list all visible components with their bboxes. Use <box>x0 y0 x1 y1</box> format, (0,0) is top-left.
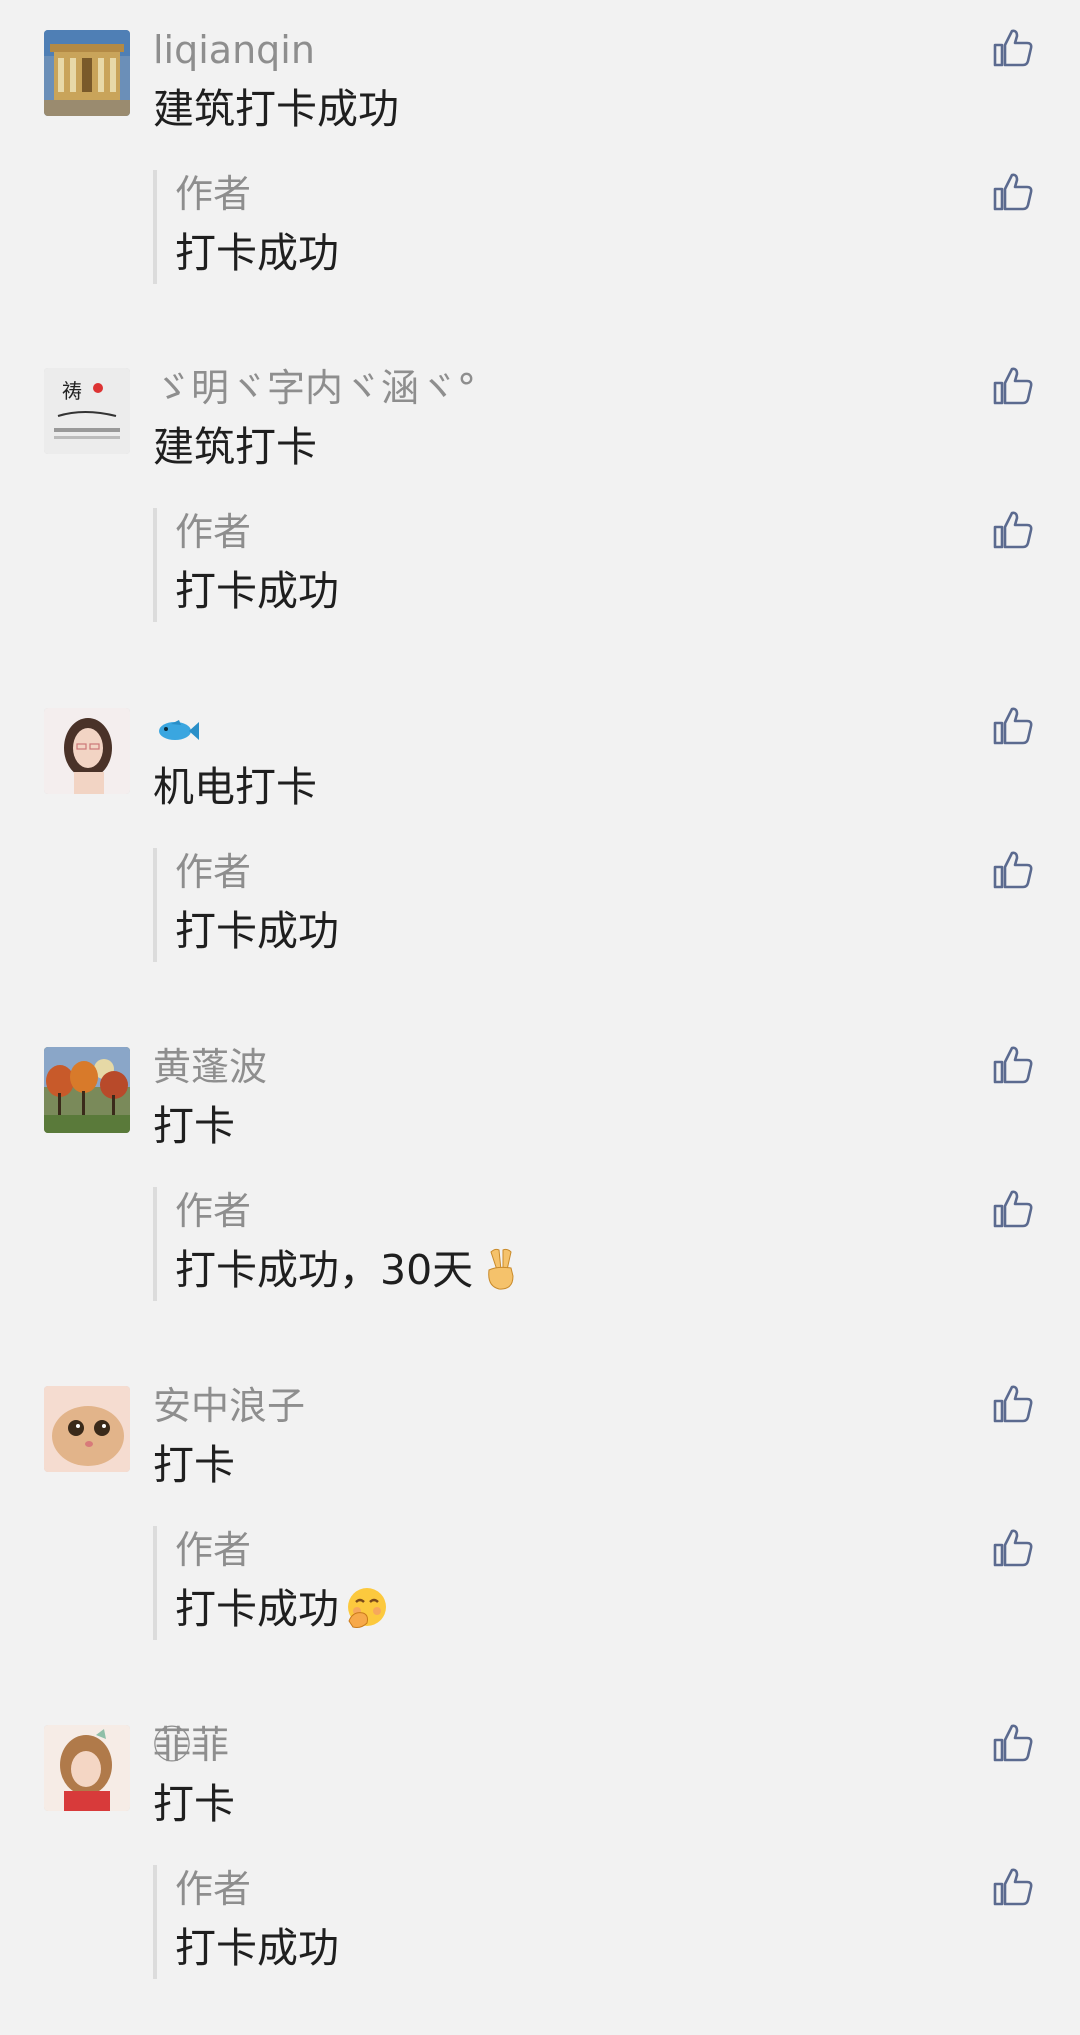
reply-author: 作者 <box>175 172 252 216</box>
reply-like-button[interactable] <box>991 1526 1035 1570</box>
thumbs-up-icon <box>993 29 1033 67</box>
fish-icon <box>153 714 201 748</box>
thumbs-up-icon <box>993 367 1033 405</box>
reply-text: 打卡成功 <box>175 567 339 615</box>
reply-text: 打卡成功 <box>175 1924 339 1972</box>
author-reply: 作者 打卡成功 <box>153 848 897 962</box>
svg-text:祷: 祷 <box>62 379 82 403</box>
author-reply: 作者 打卡成功，30天 <box>153 1187 897 1301</box>
reply-author: 作者 <box>175 510 252 554</box>
avatar[interactable] <box>44 30 130 116</box>
comment-text: 打卡 <box>153 1102 235 1150</box>
comment-item: 机电打卡 作者 打卡成功 <box>0 678 1080 978</box>
thumbs-up-icon <box>993 851 1033 889</box>
reply-like-button[interactable] <box>991 170 1035 214</box>
reply-author: 作者 <box>175 1528 252 1572</box>
like-button[interactable] <box>991 364 1035 408</box>
like-button[interactable] <box>991 704 1035 748</box>
avatar[interactable] <box>44 1386 130 1472</box>
comment-item: liqianqin 建筑打卡成功 作者 打卡成功 <box>0 0 1080 300</box>
username[interactable]: ゞ明ヾ字内ヾ涵ヾ° <box>153 364 476 412</box>
thumbs-up-icon <box>993 173 1033 211</box>
avatar-painting-image <box>44 1047 130 1133</box>
like-button[interactable] <box>991 1382 1035 1426</box>
author-reply: 作者 打卡成功 <box>153 1865 897 1979</box>
comment-text: 机电打卡 <box>153 763 317 811</box>
comment-text: 建筑打卡 <box>153 423 317 471</box>
thumbs-up-icon <box>993 1868 1033 1906</box>
reply-text: 打卡成功 <box>175 1585 339 1633</box>
reply-author: 作者 <box>175 1867 252 1911</box>
reply-text-line: 打卡成功 <box>175 1582 389 1636</box>
reply-like-button[interactable] <box>991 1187 1035 1231</box>
comment-text: 打卡 <box>153 1441 235 1489</box>
username[interactable]: liqianqin <box>153 26 315 74</box>
avatar-calligraphy-image: 祷 <box>44 368 130 454</box>
victory-hand-icon <box>477 1246 523 1292</box>
reply-like-button[interactable] <box>991 508 1035 552</box>
comment-item: 祷 ゞ明ヾ字内ヾ涵ヾ° 建筑打卡 作者 打卡成功 <box>0 338 1080 638</box>
username[interactable] <box>153 704 201 752</box>
username[interactable]: 菲⃝菲 <box>153 1721 229 1769</box>
thumbs-up-icon <box>993 1385 1033 1423</box>
avatar-cat-image <box>44 1386 130 1472</box>
reply-text: 打卡成功 <box>175 907 339 955</box>
avatar-portrait-image <box>44 708 130 794</box>
like-button[interactable] <box>991 26 1035 70</box>
comment-text: 建筑打卡成功 <box>153 85 399 133</box>
author-reply: 作者 打卡成功 <box>153 170 897 284</box>
reply-text-line: 打卡成功，30天 <box>175 1243 523 1297</box>
avatar[interactable] <box>44 1725 130 1811</box>
reply-text: 打卡成功，30天 <box>175 1246 474 1294</box>
thumbs-up-icon <box>993 1190 1033 1228</box>
comment-item: 安中浪子 打卡 作者 打卡成功 <box>0 1356 1080 1656</box>
thumbs-up-icon <box>993 1046 1033 1084</box>
comment-text: 打卡 <box>153 1780 235 1828</box>
thumbs-up-icon <box>993 707 1033 745</box>
thumbs-up-icon <box>993 1529 1033 1567</box>
thumbs-up-icon <box>993 1724 1033 1762</box>
avatar[interactable] <box>44 708 130 794</box>
reply-text: 打卡成功 <box>175 229 339 277</box>
hand-over-mouth-icon <box>343 1585 389 1631</box>
author-reply: 作者 打卡成功 <box>153 1526 897 1640</box>
username[interactable]: 安中浪子 <box>153 1382 305 1430</box>
comment-item: 菲⃝菲 打卡 作者 打卡成功 <box>0 1695 1080 1995</box>
reply-like-button[interactable] <box>991 848 1035 892</box>
username[interactable]: 黄蓬波 <box>153 1043 267 1091</box>
avatar[interactable] <box>44 1047 130 1133</box>
avatar-girl-image <box>44 1725 130 1811</box>
like-button[interactable] <box>991 1721 1035 1765</box>
author-reply: 作者 打卡成功 <box>153 508 897 622</box>
thumbs-up-icon <box>993 511 1033 549</box>
like-button[interactable] <box>991 1043 1035 1087</box>
avatar-building-image <box>44 30 130 116</box>
reply-author: 作者 <box>175 850 252 894</box>
avatar[interactable]: 祷 <box>44 368 130 454</box>
reply-like-button[interactable] <box>991 1865 1035 1909</box>
comment-item: 黄蓬波 打卡 作者 打卡成功，30天 <box>0 1017 1080 1317</box>
reply-author: 作者 <box>175 1189 252 1233</box>
